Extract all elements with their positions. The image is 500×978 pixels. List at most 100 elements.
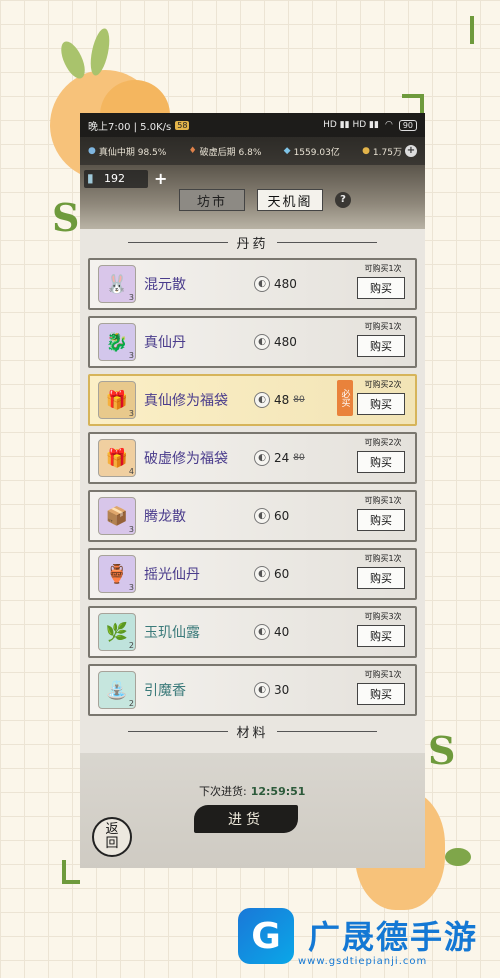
item-thumbnail[interactable]: 🏺 3 — [98, 555, 136, 593]
original-price: 80 — [293, 453, 305, 463]
purchase-limit: 可购买1次 — [364, 264, 402, 273]
buy-button[interactable]: 购买 — [357, 683, 405, 705]
realm-progress-2: ♦ 破虚后期 6.8% — [189, 145, 262, 158]
item-name: 破虚修为福袋 — [144, 451, 228, 467]
item-name: 真仙丹 — [144, 335, 186, 351]
item-thumbnail[interactable]: 🎁 3 — [98, 381, 136, 419]
coin-icon: ● — [362, 146, 370, 156]
tab-tianji-pavilion[interactable]: 天机阁 — [257, 189, 323, 211]
buy-area: 可购买2次 购买 — [357, 437, 409, 473]
divider — [128, 731, 229, 732]
shop-item: 🎁 4 破虚修为福袋 ◐ 24 80 可购买2次 购买 — [88, 432, 417, 484]
restock-label: 下次进货: — [199, 785, 247, 798]
jade-coin-icon: ◐ — [254, 334, 270, 350]
back-button[interactable]: 返 回 — [92, 817, 132, 857]
item-price: ◐ 30 — [254, 682, 334, 698]
item-price: ◐ 24 80 — [254, 450, 334, 466]
item-price-value: 30 — [274, 683, 290, 697]
must-buy-badge: 必买 — [337, 380, 353, 416]
item-price: ◐ 480 — [254, 334, 334, 350]
shop-item-featured: 🎁 3 真仙修为福袋 ◐ 48 80 必买 可购买2次 购买 — [88, 374, 417, 426]
help-button[interactable]: ? — [335, 192, 351, 208]
shop-footer: 下次进货: 12:59:51 进货 返 回 — [80, 753, 425, 868]
realm-progress-1: ● 真仙中期 98.5% — [88, 145, 166, 158]
add-currency-button[interactable]: + — [404, 145, 417, 157]
buy-button[interactable]: 购买 — [357, 625, 405, 647]
shop-item: 🏺 3 摇光仙丹 ◐ 60 可购买1次 购买 — [88, 548, 417, 600]
buy-button[interactable]: 购买 — [357, 451, 405, 473]
spirit-stone-icon: ◆ — [283, 146, 291, 156]
buy-button[interactable]: 购买 — [357, 509, 405, 531]
jade-coin-icon: ◐ — [254, 682, 270, 698]
section-title-pills: 丹药 — [80, 233, 425, 252]
coin-counter: ● 1.75万 + — [362, 145, 417, 158]
item-thumbnail[interactable]: 🎁 4 — [98, 439, 136, 477]
item-tier: 4 — [128, 467, 134, 476]
item-price: ◐ 60 — [254, 508, 334, 524]
item-thumbnail[interactable]: 🌿 2 — [98, 613, 136, 651]
item-tier: 3 — [128, 293, 134, 302]
shop-item: 🐰 3 混元散 ◐ 480 可购买1次 购买 — [88, 258, 417, 310]
stamina-counter: ▮ 192 + — [84, 169, 167, 188]
jade-coin-icon: ◐ — [254, 392, 270, 408]
item-tier: 3 — [128, 351, 134, 360]
shop-item: 🐉 3 真仙丹 ◐ 480 可购买1次 购买 — [88, 316, 417, 368]
tab-market[interactable]: 坊市 — [179, 189, 245, 211]
item-thumbnail[interactable]: 📦 3 — [98, 497, 136, 535]
item-thumbnail[interactable]: 🐰 3 — [98, 265, 136, 303]
shop-item: ⛲ 2 引魔香 ◐ 30 可购买1次 购买 — [88, 664, 417, 716]
purchase-limit: 可购买3次 — [364, 612, 402, 621]
purchase-limit: 可购买1次 — [364, 554, 402, 563]
buy-button[interactable]: 购买 — [357, 335, 405, 357]
background-bracket-decoration — [62, 860, 80, 884]
stamina-box: ▮ 192 — [84, 169, 148, 188]
section-title-materials-text: 材料 — [236, 726, 269, 741]
section-title-pills-text: 丹药 — [236, 237, 269, 252]
status-notification-badge: 58 — [175, 120, 190, 130]
item-list: 🐰 3 混元散 ◐ 480 可购买1次 购买 🐉 3 真仙丹 ◐ 480 可购买1次 购… — [88, 258, 417, 741]
back-button-label-top: 返 — [105, 822, 119, 837]
item-price: ◐ 480 — [254, 276, 334, 292]
background-leaf-decoration — [445, 848, 471, 866]
wifi-icon: ◠ — [384, 120, 393, 130]
background-dash-decoration — [470, 16, 474, 44]
item-price: ◐ 40 — [254, 624, 334, 640]
divider — [128, 242, 229, 243]
item-tier: 2 — [128, 699, 134, 708]
background-squiggle-decoration: S — [52, 195, 80, 240]
item-price-value: 24 — [274, 451, 290, 465]
item-thumbnail[interactable]: 🐉 3 — [98, 323, 136, 361]
game-screen: 晚上7:00 | 5.0K/s 58 HD ▮▮ HD ▮▮ ◠ 90 ● 真仙… — [80, 113, 425, 868]
item-tier: 2 — [128, 641, 134, 650]
buy-button[interactable]: 购买 — [357, 567, 405, 589]
buy-button[interactable]: 购买 — [357, 277, 405, 299]
buy-button[interactable]: 购买 — [357, 393, 405, 415]
buy-area: 可购买1次 购买 — [357, 321, 409, 357]
jade-coin-icon: ◐ — [254, 566, 270, 582]
item-thumbnail[interactable]: ⛲ 2 — [98, 671, 136, 709]
status-bar: 晚上7:00 | 5.0K/s 58 HD ▮▮ HD ▮▮ ◠ 90 — [80, 113, 425, 137]
jade-coin-icon: ◐ — [254, 450, 270, 466]
buy-area: 可购买1次 购买 — [357, 495, 409, 531]
purchase-limit: 可购买2次 — [364, 380, 402, 389]
item-price-value: 40 — [274, 625, 290, 639]
purchase-limit: 可购买1次 — [364, 496, 402, 505]
purchase-limit: 可购买1次 — [364, 322, 402, 331]
restock-button[interactable]: 进货 — [194, 805, 298, 833]
spirit-stone-counter: ◆ 1559.03亿 — [284, 145, 340, 158]
item-tier: 3 — [128, 409, 134, 418]
section-title-materials: 材料 — [88, 722, 417, 741]
shop-item: 🌿 2 玉玑仙露 ◐ 40 可购买3次 购买 — [88, 606, 417, 658]
item-price-value: 48 — [274, 393, 290, 407]
jade-coin-icon: ◐ — [254, 508, 270, 524]
buy-area: 可购买2次 购买 — [357, 379, 409, 415]
chest-icon: 📦 — [105, 505, 129, 527]
divider — [276, 731, 377, 732]
bottle-icon: ▮ — [87, 170, 94, 185]
jade-coin-icon: ◐ — [254, 276, 270, 292]
lucky-bag-icon: 🎁 — [105, 447, 129, 469]
status-time-speed: 晚上7:00 | 5.0K/s — [88, 121, 172, 133]
item-price-value: 480 — [274, 277, 297, 291]
add-stamina-button[interactable]: + — [154, 169, 167, 188]
shop-tabs: 坊市 天机阁 ? — [179, 189, 351, 211]
